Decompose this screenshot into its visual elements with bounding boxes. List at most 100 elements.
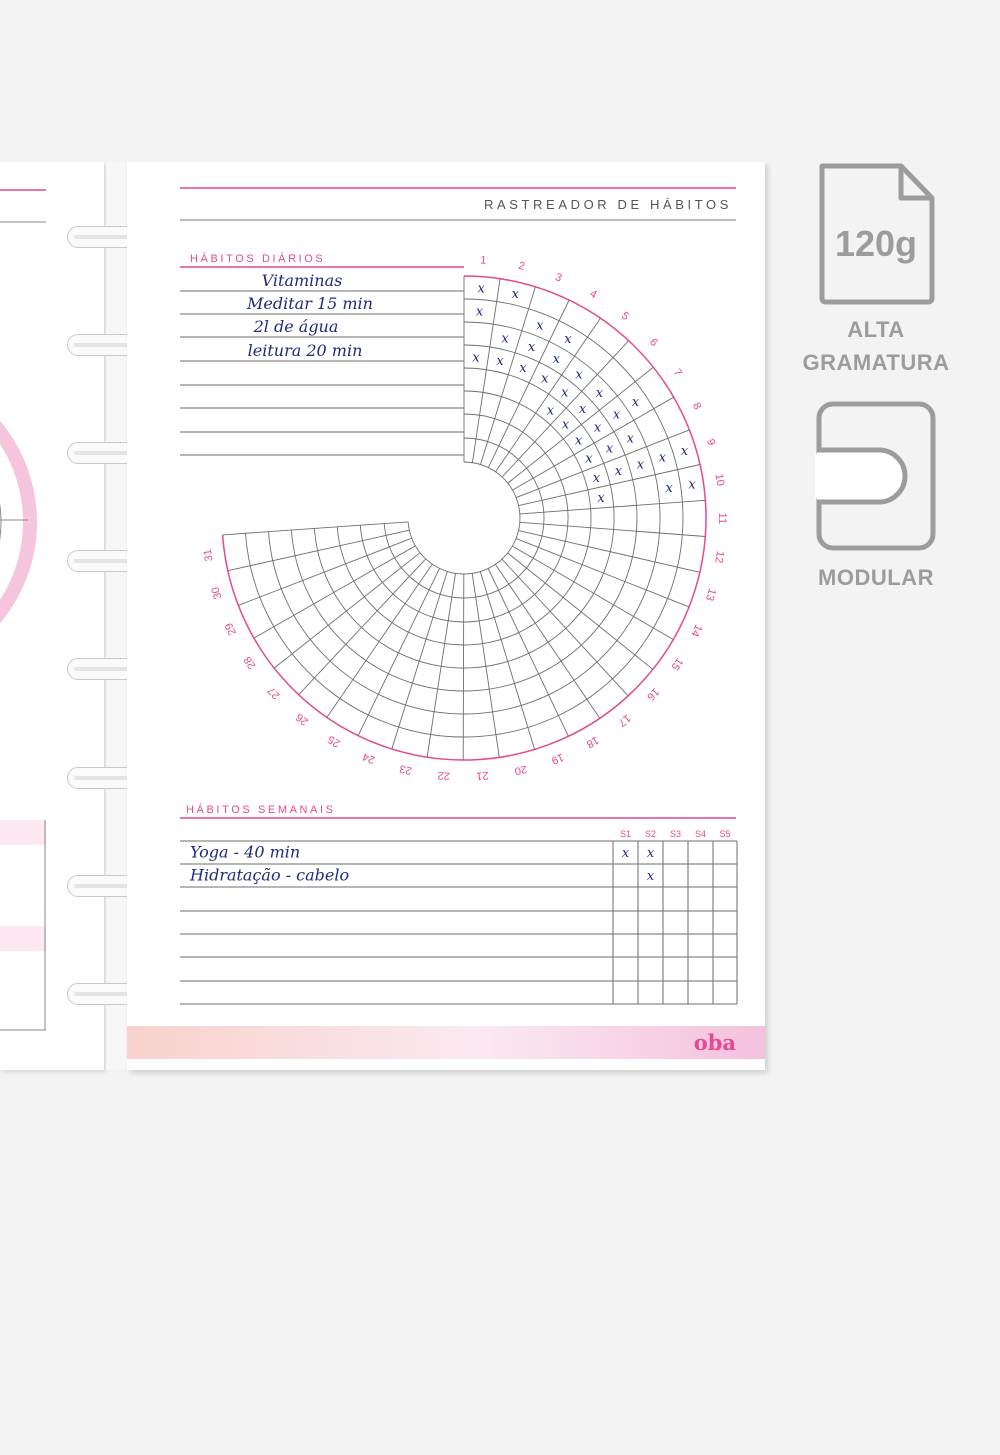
habit-check-mark[interactable]: x [637,457,645,472]
brand-logo: oba [694,1030,737,1055]
tracker-spoke [487,568,569,737]
day-label: 3 [553,271,563,284]
day-label: 22 [437,769,450,782]
day-label: 24 [361,750,377,766]
footer-band [127,1026,765,1059]
tracker-spoke [222,521,409,536]
habit-check-mark[interactable]: x [541,372,549,387]
day-label: 29 [223,621,239,637]
day-label: 4 [587,288,598,301]
habit-check-mark[interactable]: x [597,491,605,506]
habit-check-mark[interactable]: x [561,385,569,400]
tracker-spoke [273,552,421,669]
habit-check-mark[interactable]: x [596,386,604,401]
habit-tracker-sheet: RASTREADOR DE HÁBITOS HÁBITOS DIÁRIOS Vi… [127,187,765,1059]
weekly-column-header: S5 [719,829,730,839]
habit-check-mark[interactable]: x [593,471,601,486]
habit-check-mark[interactable]: x [594,421,602,436]
previous-page [0,162,104,1070]
modular-disc-icon [815,400,937,552]
habit-check-mark[interactable]: x [547,403,555,418]
paper-weight-label-line: GRAMATURA [802,350,950,375]
habit-check-mark[interactable]: x [553,352,561,367]
day-label: 11 [716,513,728,524]
day-label: 23 [398,762,413,776]
day-label: 10 [712,473,726,487]
habit-check-mark[interactable]: x [562,417,570,432]
tracker-spoke [426,573,456,758]
day-label: 21 [476,769,489,782]
habit-check-mark[interactable]: x [512,287,520,302]
paper-weight-label-line: ALTA [847,317,905,342]
day-label: 16 [644,685,661,702]
tracker-spoke [238,537,412,606]
habit-check-mark[interactable]: x [496,354,504,369]
habit-check-mark[interactable]: x [606,442,614,457]
tracker-spoke [471,573,500,758]
weekly-column-header: S4 [695,829,706,839]
tracker-spoke [518,530,700,573]
weekly-habit-table[interactable]: S1 S2 S3 S4 S5Yoga - 40 min x xHidratação - ca… [180,829,738,1005]
habit-check-mark[interactable]: x [659,451,667,466]
day-label: 26 [294,711,311,728]
paper-weight-value: 120g [835,223,917,264]
daily-habit-names: Vitaminas Meditar 15 min 2l de água leit… [246,271,373,360]
day-label: 2 [517,260,526,273]
paper-weight-label: ALTA GRAMATURA [790,313,962,379]
daily-habit-name: Meditar 15 min [246,294,373,313]
habit-check-mark[interactable]: x [575,434,583,449]
habit-check-mark[interactable]: x [585,452,593,467]
day-label: 6 [647,336,660,349]
tracker-spoke [462,573,465,761]
tracker-spoke [519,499,706,515]
habit-check-mark[interactable]: x [613,408,621,423]
habit-tracker-page: RASTREADOR DE HÁBITOS HÁBITOS DIÁRIOS Vi… [127,162,765,1070]
weekly-check-mark[interactable]: x [622,846,630,861]
daily-habit-lines [180,290,464,456]
weekly-column-header: S1 [620,829,631,839]
habit-check-mark[interactable]: x [688,478,696,493]
habit-check-mark[interactable]: x [528,340,536,355]
habit-check-mark[interactable]: x [478,282,486,297]
tracker-spoke [515,538,690,608]
habit-check-mark[interactable]: x [476,305,484,320]
day-label: 18 [584,734,601,751]
habit-check-mark[interactable]: x [501,332,509,347]
habit-check-mark[interactable]: x [666,481,674,496]
habit-check-mark[interactable]: x [564,332,572,347]
habit-check-mark[interactable]: x [627,432,635,447]
modular-label-line: MODULAR [818,565,934,590]
day-label: 30 [209,585,224,600]
habit-check-mark[interactable]: x [579,402,587,417]
tracker-spoke [507,366,654,484]
habit-check-mark[interactable]: x [615,464,623,479]
weekly-check-mark[interactable]: x [647,869,655,884]
tracker-spoke [501,558,629,697]
day-label: 17 [616,712,633,729]
tracker-spoke [479,571,536,750]
day-label: 8 [690,401,703,412]
tracker-spoke [507,552,654,670]
day-label: 13 [703,587,718,602]
weekly-habits-heading: HÁBITOS SEMANAIS [186,803,336,816]
daily-habit-name: 2l de água [253,317,339,336]
daily-habits-heading: HÁBITOS DIÁRIOS [190,252,325,265]
weekly-habit-name: Hidratação - cabelo [189,866,349,885]
habit-check-mark[interactable]: x [519,361,527,376]
weekly-check-mark[interactable]: x [647,846,655,861]
day-label: 25 [326,733,343,750]
paper-weight-file-icon: 120g [815,160,937,308]
tracker-spoke [391,571,448,750]
habit-check-mark[interactable]: x [536,318,544,333]
daily-habit-name: leitura 20 min [248,341,363,360]
weekly-column-header: S2 [645,829,656,839]
day-label: 20 [513,763,528,777]
habit-check-mark[interactable]: x [472,351,480,366]
weekly-habit-name: Yoga - 40 min [190,843,300,862]
tracker-spoke [480,286,536,465]
habit-check-mark[interactable]: x [632,395,640,410]
day-label: 27 [265,684,282,701]
habit-check-mark[interactable]: x [575,367,583,382]
weekly-column-header: S3 [670,829,681,839]
habit-check-mark[interactable]: x [681,444,689,459]
